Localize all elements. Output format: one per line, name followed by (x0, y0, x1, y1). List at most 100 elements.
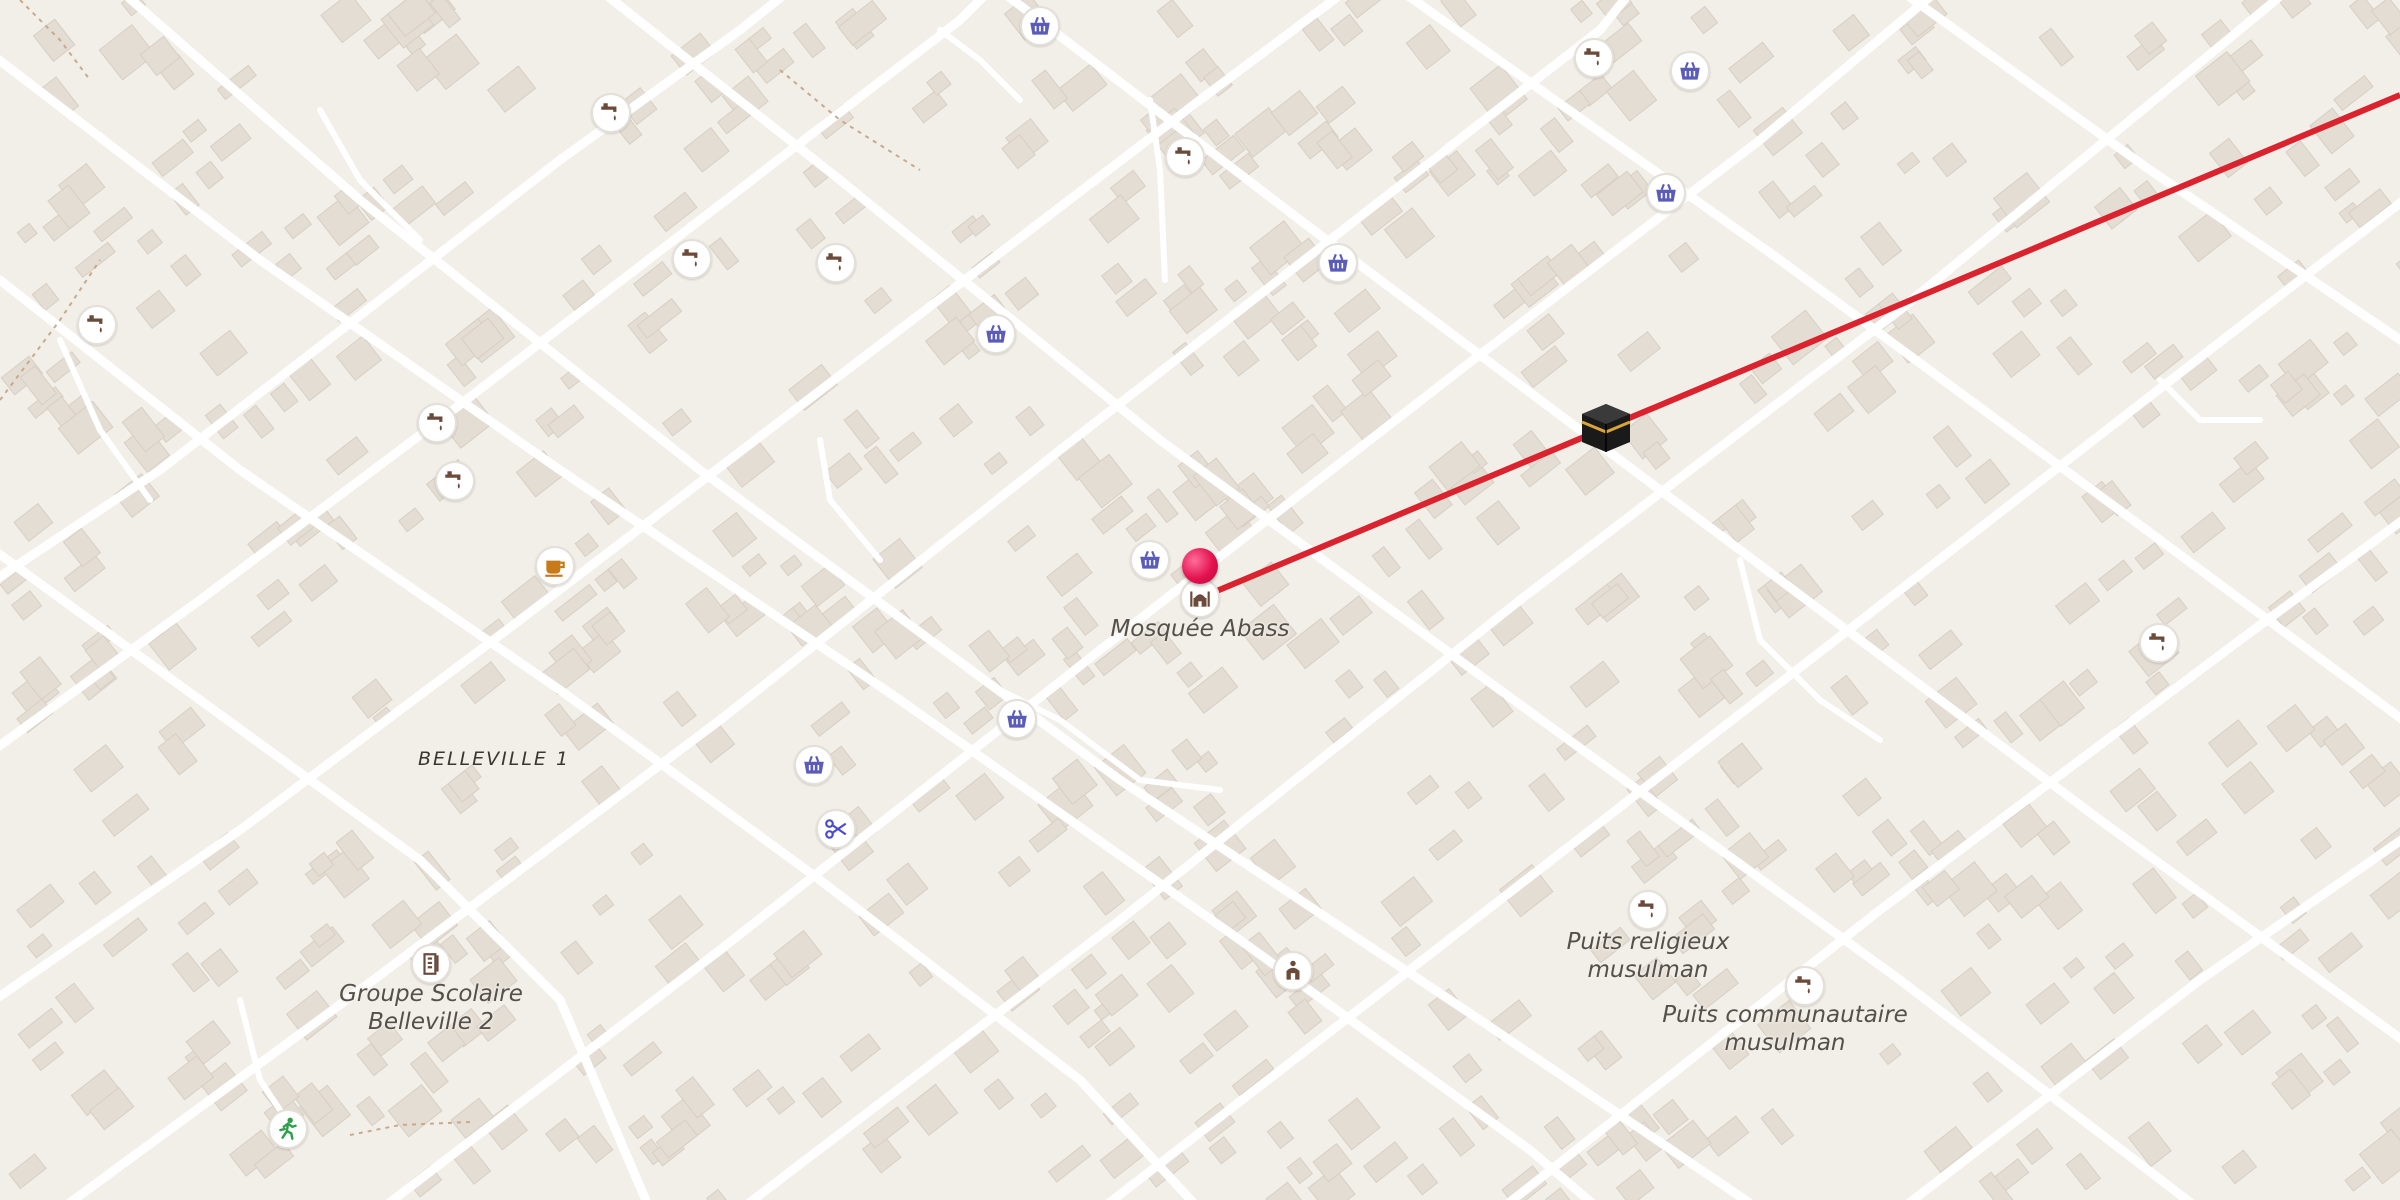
school-icon[interactable] (411, 944, 451, 984)
building (1195, 750, 1219, 773)
well-community-label: Puits communautaire musulman (1662, 1001, 1908, 1057)
water-tap-icon[interactable] (2139, 623, 2179, 663)
building (1846, 364, 1897, 415)
building (2285, 140, 2320, 178)
building (630, 842, 654, 866)
hairdresser-icon[interactable] (816, 809, 856, 849)
building (2352, 605, 2385, 637)
building (2181, 1024, 2223, 1065)
building (1683, 584, 1710, 612)
building (2322, 1058, 2351, 1086)
building (1265, 1181, 1307, 1200)
place-of-worship-icon[interactable] (1273, 951, 1313, 991)
building (1527, 772, 1566, 813)
building (1975, 923, 2002, 950)
building (1992, 330, 2041, 379)
water-tap-icon[interactable] (1785, 966, 1825, 1006)
building (2369, 869, 2400, 920)
water-tap-icon[interactable] (77, 305, 117, 345)
building (2317, 931, 2364, 974)
building (1758, 180, 1795, 220)
building (1940, 966, 1992, 1017)
building (2238, 363, 2270, 393)
building (1925, 483, 1951, 509)
building (8, 1153, 47, 1190)
building (1844, 267, 1875, 298)
building (1372, 670, 1400, 699)
building (2068, 668, 2099, 697)
building (2054, 582, 2101, 625)
building (2301, 1003, 2328, 1030)
building (648, 894, 704, 951)
building (2395, 247, 2400, 283)
building (1454, 780, 1483, 810)
building (1015, 405, 1045, 437)
cafe-icon[interactable] (535, 546, 575, 586)
map-canvas[interactable]: BELLEVILLE 1 Mosquée Abass Groupe Scolai… (0, 0, 2400, 1200)
building (2348, 418, 2400, 470)
building (968, 629, 1011, 673)
school-label: Groupe Scolaire Belleville 2 (339, 980, 523, 1036)
building (1156, 0, 1194, 39)
building (78, 870, 112, 906)
shop-icon[interactable] (976, 314, 1016, 354)
water-tap-icon[interactable] (417, 403, 457, 443)
building (74, 241, 116, 278)
building (16, 883, 65, 929)
shop-icon[interactable] (997, 699, 1037, 739)
water-tap-icon[interactable] (672, 239, 712, 279)
building (823, 452, 863, 490)
building (2097, 559, 2134, 592)
building (2011, 287, 2043, 318)
water-tap-icon[interactable] (591, 93, 631, 133)
building (460, 661, 506, 705)
building (177, 901, 215, 936)
building (10, 590, 43, 621)
building (1286, 1157, 1314, 1185)
water-tap-icon[interactable] (816, 243, 856, 283)
water-tap-icon[interactable] (1628, 890, 1668, 930)
building (397, 507, 425, 533)
building (684, 586, 730, 634)
building (242, 404, 275, 439)
kaaba-icon[interactable] (1578, 400, 1634, 456)
location-pin[interactable] (1182, 548, 1218, 584)
building (1006, 524, 1037, 552)
shop-icon[interactable] (1318, 243, 1358, 283)
building (889, 431, 923, 462)
building (422, 33, 480, 91)
water-tap-icon[interactable] (435, 461, 475, 501)
water-tap-icon[interactable] (1165, 137, 1205, 177)
building (2253, 186, 2283, 216)
mosque-icon[interactable] (1180, 578, 1220, 618)
building (217, 868, 259, 906)
building (199, 329, 248, 377)
shop-icon[interactable] (1670, 51, 1710, 91)
building (1716, 89, 1752, 129)
building (1406, 1163, 1439, 1196)
leisure-icon[interactable] (268, 1109, 308, 1149)
building (1832, 13, 1871, 52)
shop-icon[interactable] (1020, 6, 1060, 46)
building (2180, 511, 2226, 554)
building (2266, 703, 2316, 753)
well-religious-label: Puits religieux musulman (1567, 928, 1730, 984)
building (574, 532, 600, 558)
building (2049, 288, 2078, 318)
shop-icon[interactable] (794, 745, 834, 785)
shop-icon[interactable] (1646, 173, 1686, 213)
building (2174, 950, 2204, 981)
building (1690, 5, 1719, 35)
shop-icon[interactable] (1130, 540, 1170, 580)
water-tap-icon[interactable] (1574, 38, 1614, 78)
building (1452, 1053, 1483, 1084)
building (591, 894, 615, 916)
building (2332, 331, 2358, 357)
building (1125, 512, 1157, 543)
building (997, 855, 1031, 888)
building (1286, 617, 1340, 670)
building (1871, 818, 1908, 857)
building (26, 933, 53, 959)
building (983, 1078, 1015, 1111)
building (1918, 629, 1963, 671)
